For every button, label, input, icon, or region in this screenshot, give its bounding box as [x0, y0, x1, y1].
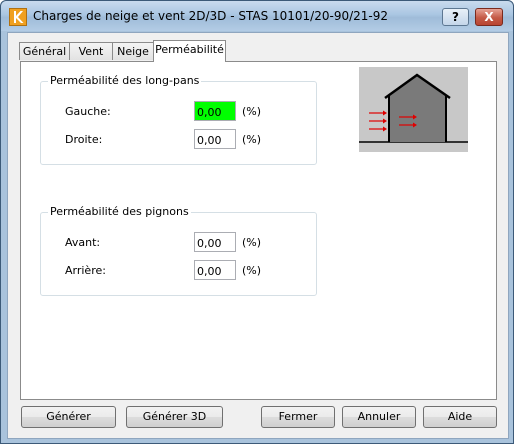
left-label: Gauche: [65, 105, 111, 118]
title-bar[interactable]: Charges de neige et vent 2D/3D - STAS 10… [1, 1, 513, 31]
front-label: Avant: [65, 236, 101, 249]
right-label: Droite: [65, 133, 103, 146]
tab-vent[interactable]: Vent [69, 42, 113, 60]
help-button[interactable]: Aide [423, 406, 497, 428]
front-unit: (%) [242, 236, 262, 249]
generate-3d-button[interactable]: Générer 3D [126, 406, 223, 428]
tab-general[interactable]: Général [19, 42, 70, 60]
cancel-button[interactable]: Annuler [342, 406, 416, 428]
left-unit: (%) [242, 105, 262, 118]
pignons-group-title: Perméabilité des pignons [48, 205, 191, 218]
dialog-client-area: Général Vent Neige Perméabilité Perméabi… [7, 32, 509, 439]
long-pans-group-title: Perméabilité des long-pans [48, 74, 202, 87]
front-permeability-input[interactable] [194, 232, 236, 252]
help-caption-button[interactable]: ? [442, 8, 469, 26]
back-label: Arrière: [65, 264, 106, 277]
building-preview-image [359, 67, 468, 152]
back-permeability-input[interactable] [194, 260, 236, 280]
pignons-group: Perméabilité des pignons Avant: (%) Arri… [40, 205, 317, 296]
left-permeability-input[interactable] [194, 101, 236, 121]
tab-panel-permeabilite: Perméabilité des long-pans Gauche: (%) D… [20, 61, 497, 400]
close-caption-button[interactable]: X [475, 8, 503, 26]
window-title: Charges de neige et vent 2D/3D - STAS 10… [33, 9, 388, 23]
tab-neige[interactable]: Neige [112, 42, 154, 60]
right-unit: (%) [242, 133, 262, 146]
k-logo-icon [9, 8, 27, 26]
dialog-window: Charges de neige et vent 2D/3D - STAS 10… [0, 0, 514, 444]
back-unit: (%) [242, 264, 262, 277]
close-button[interactable]: Fermer [261, 406, 335, 428]
tab-permeabilite[interactable]: Perméabilité [153, 40, 226, 62]
right-permeability-input[interactable] [194, 129, 236, 149]
long-pans-group: Perméabilité des long-pans Gauche: (%) D… [40, 74, 317, 165]
generate-button[interactable]: Générer [21, 406, 116, 428]
